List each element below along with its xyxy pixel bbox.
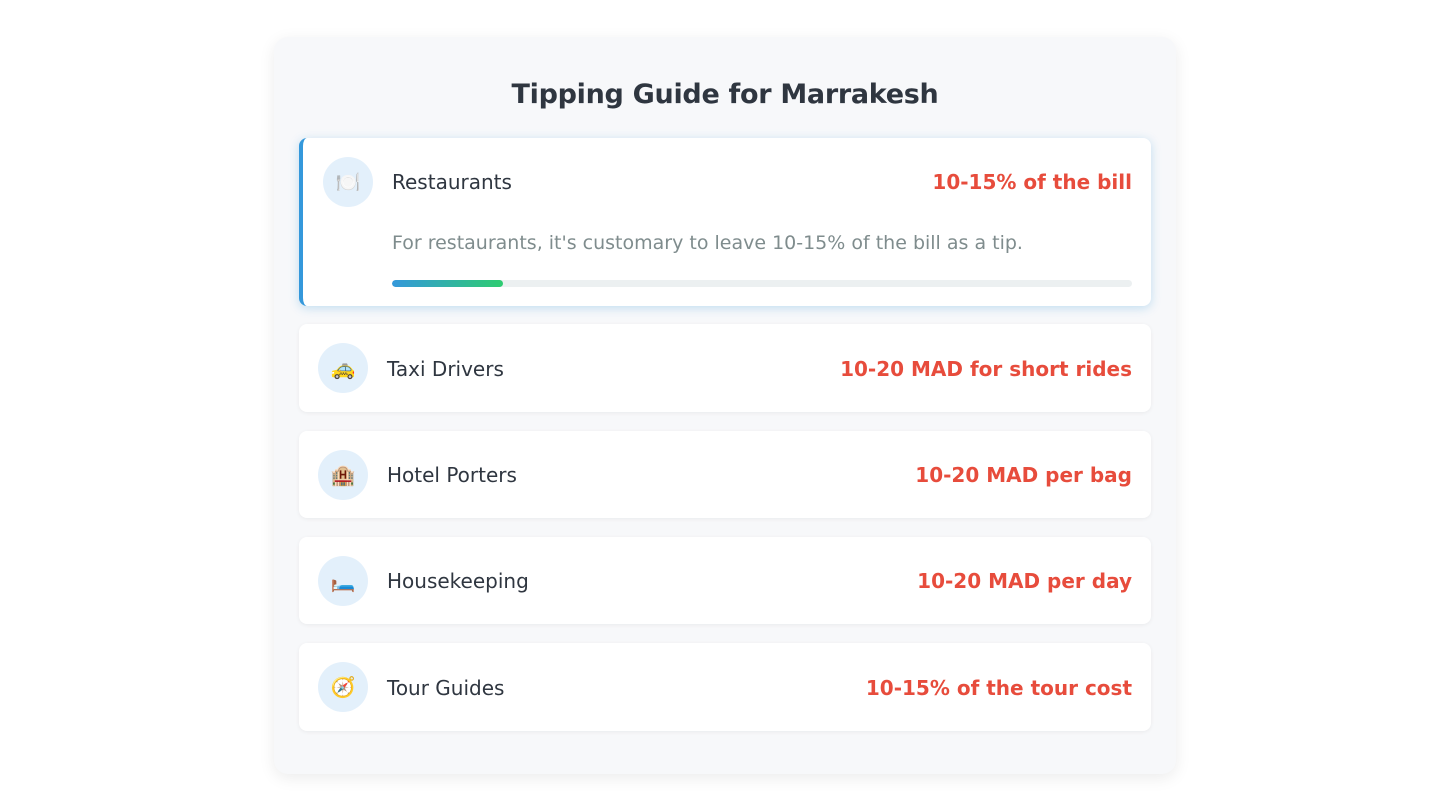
tip-card-taxi-drivers[interactable]: 🚕 Taxi Drivers 10-20 MAD for short rides bbox=[299, 324, 1151, 412]
tip-card-hotel-porters[interactable]: 🏨 Hotel Porters 10-20 MAD per bag bbox=[299, 431, 1151, 518]
tip-progress-bar bbox=[392, 280, 1132, 287]
plate-cutlery-icon: 🍽️ bbox=[323, 157, 373, 207]
bed-icon: 🛏️ bbox=[318, 556, 368, 606]
tip-card-amount: 10-15% of the bill bbox=[932, 170, 1132, 194]
tip-card-label: Housekeeping bbox=[387, 569, 529, 593]
hotel-icon: 🏨 bbox=[318, 450, 368, 500]
tip-card-amount: 10-20 MAD per bag bbox=[915, 463, 1132, 487]
page-title: Tipping Guide for Marrakesh bbox=[511, 79, 939, 110]
tip-card-label: Restaurants bbox=[392, 170, 512, 194]
tip-card-label: Tour Guides bbox=[387, 676, 505, 700]
taxi-icon: 🚕 bbox=[318, 343, 368, 393]
tip-card-label: Taxi Drivers bbox=[387, 357, 504, 381]
compass-icon: 🧭 bbox=[318, 662, 368, 712]
tip-card-amount: 10-15% of the tour cost bbox=[865, 676, 1132, 700]
tip-card-description: For restaurants, it's customary to leave… bbox=[392, 232, 1023, 254]
tip-card-amount: 10-20 MAD for short rides bbox=[840, 357, 1132, 381]
tip-card-amount: 10-20 MAD per day bbox=[917, 569, 1132, 593]
tip-progress-fill bbox=[392, 280, 503, 287]
tipping-guide-panel: Tipping Guide for Marrakesh 🍽️ Restauran… bbox=[274, 37, 1176, 774]
tip-card-restaurants[interactable]: 🍽️ Restaurants 10-15% of the bill For re… bbox=[299, 138, 1151, 306]
tip-card-label: Hotel Porters bbox=[387, 463, 517, 487]
tip-card-tour-guides[interactable]: 🧭 Tour Guides 10-15% of the tour cost bbox=[299, 643, 1151, 731]
tip-card-housekeeping[interactable]: 🛏️ Housekeeping 10-20 MAD per day bbox=[299, 537, 1151, 624]
